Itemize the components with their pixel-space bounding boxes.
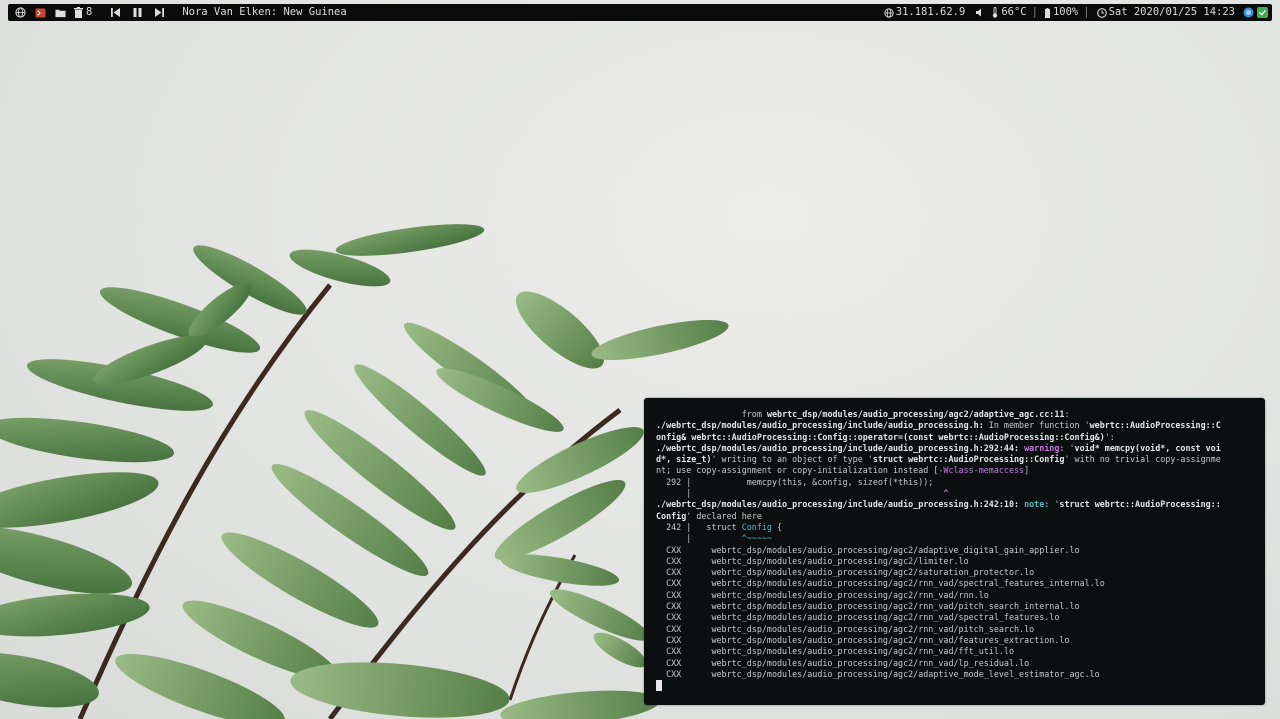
terminal-line: ./webrtc_dsp/modules/audio_processing/in… bbox=[656, 443, 1257, 454]
battery-level: 100% bbox=[1052, 6, 1079, 18]
terminal-text-segment: onfig& webrtc::AudioProcessing::Config::… bbox=[656, 431, 1105, 442]
terminal-text-segment: CXX webrtc_dsp/modules/audio_processing/… bbox=[656, 567, 1035, 578]
terminal-text-segment: | bbox=[656, 533, 742, 544]
terminal-line: CXX webrtc_dsp/modules/audio_processing/… bbox=[656, 590, 1257, 601]
terminal-text-segment: ^~~~~~ bbox=[741, 533, 772, 544]
terminal-text-segment: struct webrtc::AudioProcessing::Config bbox=[872, 454, 1065, 465]
terminal-text-segment: 292 | memcpy(this, &config, sizeof(*this… bbox=[656, 476, 934, 487]
terminal-output: from webrtc_dsp/modules/audio_processing… bbox=[656, 409, 1257, 680]
skip-forward-icon[interactable] bbox=[150, 4, 168, 21]
terminal-line: CXX webrtc_dsp/modules/audio_processing/… bbox=[656, 646, 1257, 657]
terminal-line: Config' declared here bbox=[656, 511, 1257, 522]
terminal-text-segment: ./webrtc_dsp/modules/audio_processing/in… bbox=[656, 420, 984, 431]
terminal-text-segment: webrtc_dsp/modules/audio_processing/agc2… bbox=[766, 409, 1065, 419]
ip-address: 31.181.62.9 bbox=[895, 6, 966, 18]
terminal-window[interactable]: from webrtc_dsp/modules/audio_processing… bbox=[644, 398, 1265, 705]
date-time: Sat 2020/01/25 14:23 bbox=[1108, 6, 1235, 18]
globe-icon[interactable] bbox=[10, 4, 30, 21]
terminal-line: CXX webrtc_dsp/modules/audio_processing/… bbox=[656, 635, 1257, 646]
terminal-text-segment: ' bbox=[1064, 442, 1075, 453]
terminal-line: CXX webrtc_dsp/modules/audio_processing/… bbox=[656, 545, 1257, 556]
terminal-text-segment: ./webrtc_dsp/modules/audio_processing/in… bbox=[656, 499, 1020, 510]
terminal-text-segment: CXX webrtc_dsp/modules/audio_processing/… bbox=[656, 634, 1070, 645]
terminal-text-segment: { bbox=[771, 521, 783, 532]
terminal-text-segment: CXX webrtc_dsp/modules/audio_processing/… bbox=[656, 612, 1060, 623]
network-globe-icon bbox=[882, 4, 896, 21]
terminal-text-segment: ] bbox=[1024, 465, 1030, 476]
terminal-text-segment: CXX webrtc_dsp/modules/audio_processing/… bbox=[656, 601, 1080, 612]
terminal-text-segment: d*, size_t) bbox=[656, 454, 712, 465]
terminal-text-segment: In member function ' bbox=[983, 420, 1090, 431]
terminal-text-segment: -Wclass-memaccess bbox=[938, 465, 1025, 476]
terminal-text-segment: ^ bbox=[943, 488, 949, 499]
terminal-line: 292 | memcpy(this, &config, sizeof(*this… bbox=[656, 477, 1257, 488]
terminal-text-segment: CXX webrtc_dsp/modules/audio_processing/… bbox=[656, 646, 1014, 657]
terminal-text-segment: CXX webrtc_dsp/modules/audio_processing/… bbox=[656, 578, 1105, 589]
terminal-line: CXX webrtc_dsp/modules/audio_processing/… bbox=[656, 601, 1257, 612]
terminal-line: | ^~~~~~ bbox=[656, 533, 1257, 544]
check-tray-icon[interactable] bbox=[1255, 4, 1269, 21]
terminal-text-segment: Config bbox=[656, 510, 687, 521]
terminal-text-segment: ' bbox=[1049, 499, 1060, 510]
trash-icon[interactable] bbox=[70, 4, 86, 21]
pause-icon[interactable] bbox=[124, 4, 150, 21]
terminal-line: CXX webrtc_dsp/modules/audio_processing/… bbox=[656, 669, 1257, 680]
terminal-line: CXX webrtc_dsp/modules/audio_processing/… bbox=[656, 567, 1257, 578]
terminal-icon[interactable] bbox=[30, 4, 50, 21]
terminal-text-segment: CXX webrtc_dsp/modules/audio_processing/… bbox=[656, 589, 989, 600]
terminal-line: from webrtc_dsp/modules/audio_processing… bbox=[656, 409, 1257, 420]
terminal-line: nt; use copy-assignment or copy-initiali… bbox=[656, 465, 1257, 476]
terminal-line: d*, size_t)' writing to an object of typ… bbox=[656, 454, 1257, 465]
now-playing-title: Nora Van Elken: New Guinea bbox=[182, 6, 347, 18]
folder-icon[interactable] bbox=[50, 4, 70, 21]
terminal-text-segment: CXX webrtc_dsp/modules/audio_processing/… bbox=[656, 623, 1035, 634]
terminal-text-segment: ' declared here bbox=[686, 510, 762, 521]
terminal-text-segment: 242 | struct bbox=[656, 521, 742, 532]
terminal-text-segment: void* memcpy(void*, const voi bbox=[1074, 442, 1221, 453]
messenger-tray-icon[interactable] bbox=[1241, 4, 1255, 21]
terminal-text-segment: CXX webrtc_dsp/modules/audio_processing/… bbox=[656, 668, 1100, 679]
terminal-text-segment: ./webrtc_dsp/modules/audio_processing/in… bbox=[656, 442, 1020, 453]
volume-icon[interactable] bbox=[971, 4, 989, 21]
workspace-count: 8 bbox=[86, 6, 93, 18]
terminal-text-segment: : bbox=[1064, 409, 1070, 419]
terminal-text-segment: note: bbox=[1024, 499, 1050, 510]
terminal-text-segment: ' writing to an object of type ' bbox=[711, 454, 873, 465]
terminal-text-segment: CXX webrtc_dsp/modules/audio_processing/… bbox=[656, 544, 1080, 555]
terminal-line: CXX webrtc_dsp/modules/audio_processing/… bbox=[656, 612, 1257, 623]
terminal-line: onfig& webrtc::AudioProcessing::Config::… bbox=[656, 432, 1257, 443]
terminal-text-segment: ' with no trivial copy-assignme bbox=[1064, 454, 1221, 465]
terminal-line: CXX webrtc_dsp/modules/audio_processing/… bbox=[656, 658, 1257, 669]
terminal-line: CXX webrtc_dsp/modules/audio_processing/… bbox=[656, 556, 1257, 567]
terminal-text-segment: nt; use copy-assignment or copy-initiali… bbox=[656, 465, 939, 476]
terminal-line: 242 | struct Config { bbox=[656, 522, 1257, 533]
terminal-text-segment: warning: bbox=[1024, 442, 1065, 453]
clock-icon bbox=[1095, 4, 1109, 21]
terminal-text-segment: webrtc::AudioProcessing::C bbox=[1089, 420, 1221, 431]
terminal-text-segment: struct webrtc::AudioProcessing:: bbox=[1059, 499, 1221, 510]
terminal-cursor bbox=[656, 680, 662, 691]
battery-icon bbox=[1043, 4, 1053, 21]
terminal-text-segment: ': bbox=[1104, 431, 1115, 442]
top-status-bar: 8 Nora Van Elken: New Guinea 31.181.62.9… bbox=[8, 4, 1272, 21]
terminal-line: CXX webrtc_dsp/modules/audio_processing/… bbox=[656, 578, 1257, 589]
terminal-line: ./webrtc_dsp/modules/audio_processing/in… bbox=[656, 499, 1257, 510]
terminal-text-segment: CXX webrtc_dsp/modules/audio_processing/… bbox=[656, 657, 1030, 668]
terminal-text-segment: from bbox=[656, 409, 767, 419]
terminal-text-segment: | bbox=[656, 488, 944, 499]
terminal-line: CXX webrtc_dsp/modules/audio_processing/… bbox=[656, 624, 1257, 635]
cpu-temperature: 66°C bbox=[1001, 6, 1027, 18]
terminal-line: | ^ bbox=[656, 488, 1257, 499]
thermometer-icon bbox=[989, 4, 1001, 21]
skip-back-icon[interactable] bbox=[106, 4, 124, 21]
terminal-line: ./webrtc_dsp/modules/audio_processing/in… bbox=[656, 420, 1257, 431]
terminal-text-segment: CXX webrtc_dsp/modules/audio_processing/… bbox=[656, 555, 969, 566]
terminal-text-segment: Config bbox=[741, 521, 772, 532]
